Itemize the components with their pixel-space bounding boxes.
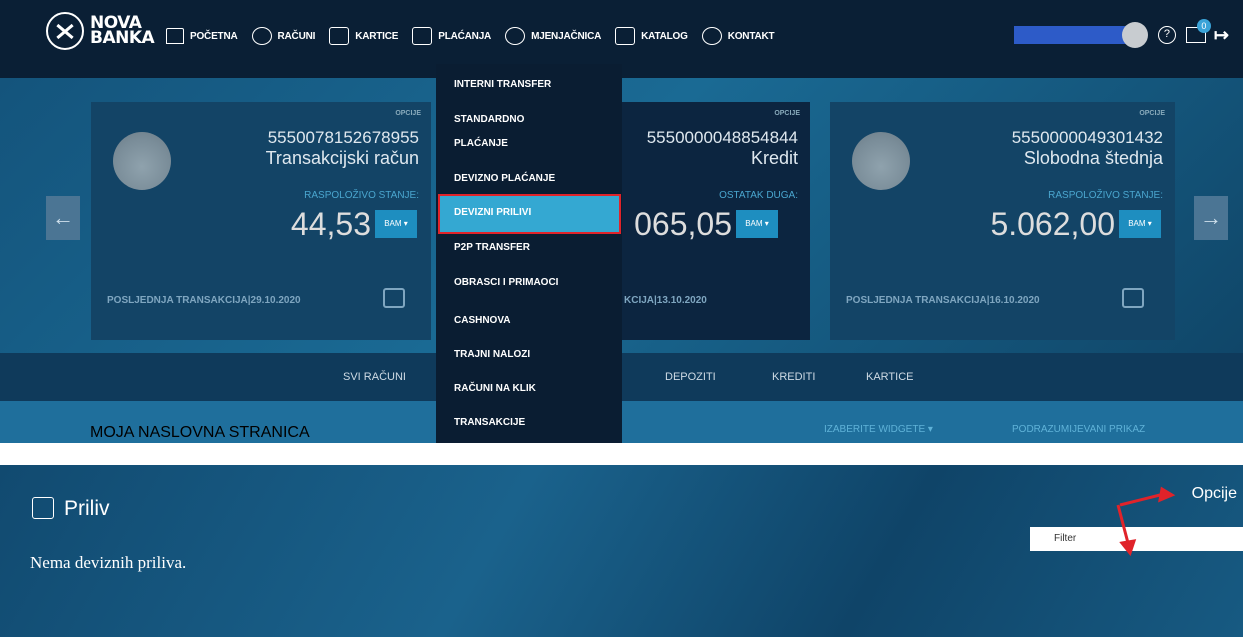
accounts-icon — [251, 27, 272, 45]
card-icon — [329, 27, 350, 45]
payments-icon — [412, 27, 433, 45]
menu-item-standardno[interactable]: STANDARDNO — [454, 112, 524, 127]
mail-icon[interactable]: 0 — [1185, 19, 1211, 43]
menu-item-trajni-nalozi[interactable]: TRAJNI NALOZI — [454, 347, 530, 362]
help-icon[interactable]: ? — [1157, 26, 1176, 44]
mail-badge: 0 — [1196, 19, 1211, 33]
balance-label: RASPOLOŽIVO STANJE: — [1048, 190, 1163, 201]
nav-right: ? 0 ↦ — [1013, 19, 1229, 48]
balance-amount: 065,05 — [634, 206, 732, 242]
nav-item-katalog[interactable]: KATALOG — [615, 27, 688, 45]
card-options[interactable]: OPCIJE — [774, 110, 800, 117]
annotation-arrows — [1116, 486, 1176, 557]
menu-item-p2p-transfer[interactable]: P2P TRANSFER — [454, 240, 530, 255]
card-options[interactable]: OPCIJE — [395, 110, 421, 117]
tab-krediti[interactable]: KREDITI — [772, 371, 815, 383]
main-nav: POČETNA RAČUNI KARTICE PLAĆANJA MJENJAČN… — [166, 27, 788, 45]
account-image — [852, 132, 910, 190]
avatar[interactable] — [1121, 22, 1148, 48]
menu-item-devizni-prilivi[interactable]: DEVIZNI PRILIVI — [454, 205, 531, 220]
currency-select[interactable]: BAM ▾ — [375, 210, 417, 238]
balance-amount: 5.062,00 — [990, 206, 1115, 242]
home-icon — [166, 28, 184, 44]
catalog-icon — [615, 27, 636, 45]
logo-line2: BANKA — [90, 28, 155, 48]
logout-icon[interactable]: ↦ — [1214, 25, 1229, 46]
carousel-prev-arrow-icon[interactable]: ← — [46, 196, 80, 240]
nav-item-kontakt[interactable]: KONTAKT — [701, 27, 775, 45]
menu-item-racuni-na-klik[interactable]: RAČUNI NA KLIK — [454, 381, 536, 396]
account-card[interactable]: OPCIJE 5550000049301432 Slobodna štednja… — [830, 102, 1175, 340]
top-screenshot: NOVA BANKA POČETNA RAČUNI KARTICE PLAĆAN… — [0, 0, 1243, 443]
account-number: 5550000048854844 — [646, 128, 798, 147]
camera-icon[interactable] — [383, 288, 405, 308]
logo-mark-icon — [46, 12, 84, 50]
menu-item-placanje[interactable]: PLAĆANJE — [454, 136, 508, 151]
nav-item-mjenjacnica[interactable]: MJENJAČNICA — [505, 27, 601, 45]
tab-kartice[interactable]: KARTICE — [866, 371, 913, 383]
carousel-next-arrow-icon[interactable]: → — [1194, 196, 1228, 240]
nav-item-placanja[interactable]: PLAĆANJA — [412, 27, 491, 45]
menu-item-cashnova[interactable]: CASHNOVA — [454, 313, 510, 328]
currency-select[interactable]: BAM ▾ — [1119, 210, 1161, 238]
nav-item-racuni[interactable]: RAČUNI — [251, 27, 315, 45]
currency-select[interactable]: BAM ▾ — [736, 210, 778, 238]
tab-svi-racuni[interactable]: SVI RAČUNI — [343, 371, 406, 383]
choose-widgets-dropdown[interactable]: IZABERITE WIDGETE ▾ — [824, 424, 933, 435]
account-image — [113, 132, 171, 190]
chat-icon — [701, 27, 722, 45]
menu-item-interni-transfer[interactable]: INTERNI TRANSFER — [454, 77, 551, 92]
camera-icon[interactable] — [1122, 288, 1144, 308]
menu-item-devizno-placanje[interactable]: DEVIZNO PLAĆANJE — [454, 171, 555, 186]
balance-label: RASPOLOŽIVO STANJE: — [304, 190, 419, 201]
account-type: Transakcijski račun — [265, 148, 419, 168]
page-title: MOJA NASLOVNA STRANICA — [90, 424, 310, 441]
nav-item-kartice[interactable]: KARTICE — [329, 27, 398, 45]
priliv-panel: Priliv Nema deviznih priliva. Opcije Fil… — [0, 465, 1243, 637]
default-view-button[interactable]: PODRAZUMIJEVANI PRIKAZ — [1012, 424, 1145, 435]
account-number: 5550078152678955 — [267, 128, 419, 147]
card-options[interactable]: OPCIJE — [1139, 110, 1165, 117]
menu-item-transakcije[interactable]: TRANSAKCIJE — [454, 415, 525, 430]
account-number: 5550000049301432 — [1011, 128, 1163, 147]
nav-item-pocetna[interactable]: POČETNA — [166, 28, 238, 44]
account-type: Slobodna štednja — [1023, 148, 1163, 168]
balance-amount: 44,53 — [290, 206, 371, 242]
account-type: Kredit — [750, 148, 798, 168]
user-name-redacted[interactable] — [1013, 26, 1134, 44]
nova-banka-logo[interactable]: NOVA BANKA — [46, 12, 155, 50]
balance-label: OSTATAK DUGA: — [719, 190, 798, 201]
last-transaction: KCIJA|13.10.2020 — [624, 295, 707, 306]
account-card[interactable]: OPCIJE 5550078152678955 Transakcijski ra… — [91, 102, 431, 340]
menu-item-obrasci-i-primaoci[interactable]: OBRASCI I PRIMAOCI — [454, 275, 558, 290]
tab-depoziti[interactable]: DEPOZITI — [665, 371, 716, 383]
exchange-icon — [505, 27, 526, 45]
last-transaction: POSLJEDNJA TRANSAKCIJA|16.10.2020 — [846, 295, 1040, 306]
last-transaction: POSLJEDNJA TRANSAKCIJA|29.10.2020 — [107, 295, 301, 306]
